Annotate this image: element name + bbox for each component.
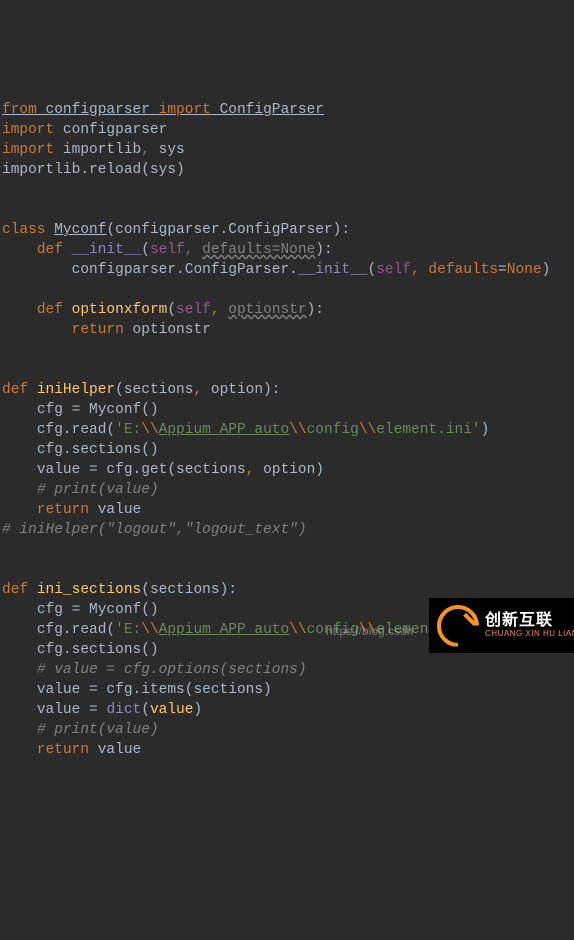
kw-return: return xyxy=(72,322,124,338)
cfgparser-prefix: configparser.ConfigParser. xyxy=(72,262,298,278)
mod-sys: sys xyxy=(159,142,185,158)
func-optionxform: optionxform xyxy=(72,302,168,318)
logo-text: 创新互联 CHUANG XIN HU LIAN xyxy=(485,613,574,638)
class-name: Myconf xyxy=(54,222,106,238)
kw-import: import xyxy=(2,122,54,138)
kw-from: from xyxy=(2,102,37,118)
comment-options: # value = cfg.options(sections) xyxy=(37,662,307,678)
line-sections-2: cfg.sections() xyxy=(37,642,159,658)
dunder-init: __init__ xyxy=(298,262,368,278)
mod-configparser: configparser xyxy=(46,102,150,118)
param-optionstr: optionstr xyxy=(228,302,306,318)
logo-en: CHUANG XIN HU LIAN xyxy=(485,630,574,638)
kw-def: def xyxy=(2,382,28,398)
func-inihelper: iniHelper xyxy=(37,382,115,398)
kw-class: class xyxy=(2,222,46,238)
func-init: __init__ xyxy=(72,242,142,258)
line-sections: cfg.sections() xyxy=(37,442,159,458)
cls-configparser: ConfigParser xyxy=(220,102,324,118)
kw-import: import xyxy=(2,142,54,158)
kw-def: def xyxy=(37,302,63,318)
kw-def: def xyxy=(37,242,63,258)
logo-icon xyxy=(437,605,479,647)
logo-cn: 创新互联 xyxy=(485,613,574,630)
line-cfg-myconf-2: cfg = Myconf() xyxy=(37,602,159,618)
mod-importlib: importlib xyxy=(63,142,141,158)
kw-def: def xyxy=(2,582,28,598)
watermark-url: https://blog.csdn xyxy=(326,623,413,640)
mod-configparser: configparser xyxy=(63,122,167,138)
line-reload: importlib.reload(sys) xyxy=(2,162,185,178)
kw-import: import xyxy=(159,102,211,118)
line-cfg-myconf: cfg = Myconf() xyxy=(37,402,159,418)
comma: , xyxy=(141,142,150,158)
builtin-dict: dict xyxy=(106,702,141,718)
comment-print-2: # print(value) xyxy=(37,722,159,738)
param-defaults: defaults=None xyxy=(202,242,315,258)
comment-print: # print(value) xyxy=(37,482,159,498)
class-base: (configparser.ConfigParser): xyxy=(106,222,350,238)
kw-return: return xyxy=(37,742,89,758)
self: self xyxy=(150,242,185,258)
logo-watermark: 创新互联 CHUANG XIN HU LIAN xyxy=(429,598,574,653)
line-items: value = cfg.items(sections) xyxy=(37,682,272,698)
func-ini-sections: ini_sections xyxy=(37,582,141,598)
kw-return: return xyxy=(37,502,89,518)
comment-inihelper: # iniHelper("logout","logout_text") xyxy=(2,522,307,538)
code-container: from configparser import ConfigParser im… xyxy=(0,80,574,760)
